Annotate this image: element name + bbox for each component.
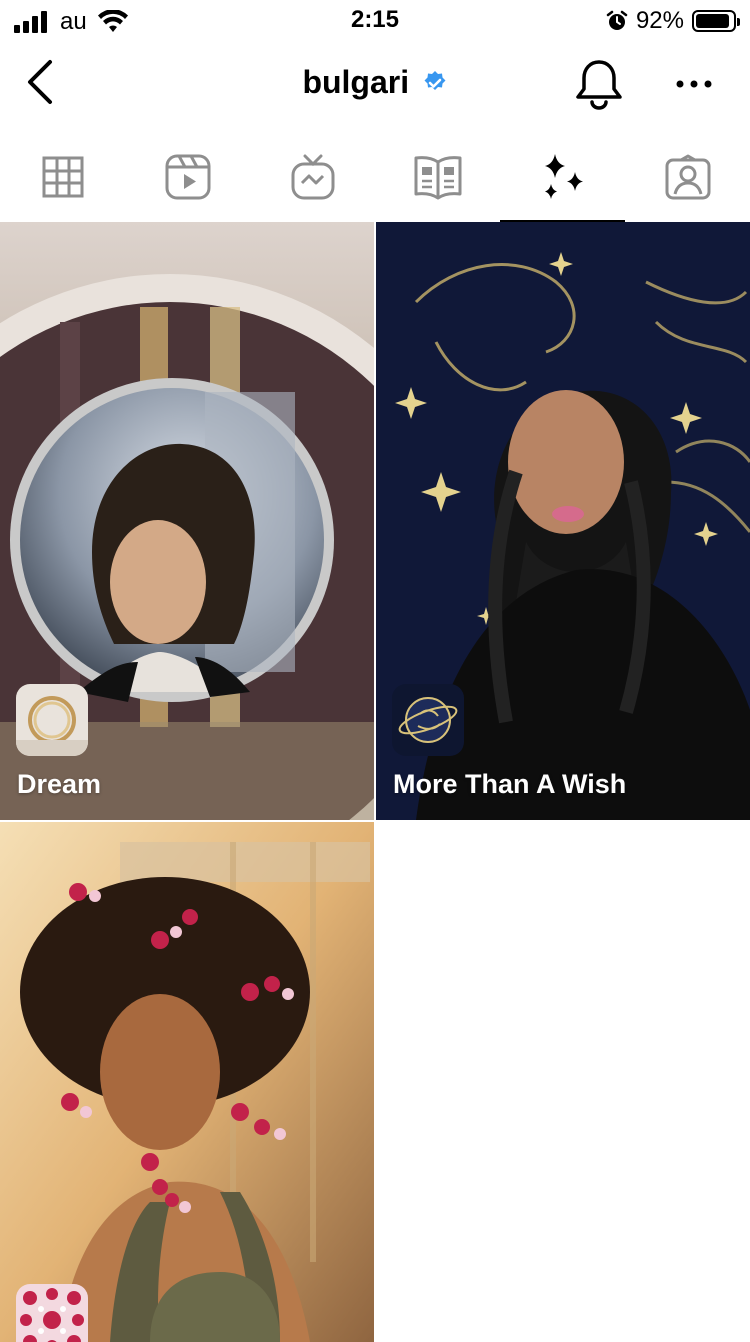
effect-tile-dream[interactable]: Dream	[0, 222, 374, 820]
effect-name: Dream	[17, 769, 102, 799]
alarm-clock-icon	[606, 10, 628, 30]
tab-reels[interactable]	[125, 132, 250, 222]
bell-icon	[576, 60, 622, 110]
more-options-button[interactable]	[670, 64, 718, 104]
guides-icon	[414, 156, 461, 200]
effect-icon-ring	[16, 684, 88, 756]
battery-nub	[737, 18, 740, 26]
igtv-icon	[291, 154, 334, 200]
profile-tabs	[0, 132, 750, 222]
tab-effects[interactable]	[500, 132, 625, 222]
zodiac-globe-thumbnail-icon	[392, 684, 464, 756]
tab-tagged[interactable]	[625, 132, 750, 222]
status-bar: au 2:15 92%	[0, 0, 750, 42]
battery-percent: 92%	[635, 7, 684, 34]
more-horizontal-icon	[676, 80, 712, 88]
battery-fill	[696, 14, 729, 28]
grid-icon	[42, 156, 83, 198]
effect-tile-flowers[interactable]	[0, 822, 374, 1342]
tagged-icon	[665, 154, 710, 200]
profile-username[interactable]: bulgari	[302, 64, 409, 100]
flower-pattern-thumbnail-icon	[16, 1284, 88, 1342]
effects-sparkle-icon	[544, 154, 583, 199]
profile-header: bulgari	[0, 44, 750, 124]
status-right: 92%	[606, 7, 740, 35]
verified-badge-icon	[424, 70, 446, 90]
effect-icon-zodiac	[392, 684, 464, 756]
notifications-button[interactable]	[574, 58, 624, 112]
effect-tile-more-than-a-wish[interactable]: More Than A Wish	[376, 222, 750, 820]
tab-guides[interactable]	[375, 132, 500, 222]
reels-icon	[165, 154, 210, 200]
effect-name: More Than A Wish	[393, 769, 627, 799]
effect-icon-flowers	[16, 1284, 88, 1342]
title-wrap: bulgari	[0, 64, 750, 101]
battery-icon	[692, 10, 740, 32]
effect-preview-image	[0, 822, 374, 1342]
ring-thumbnail-icon	[16, 684, 88, 756]
tab-posts[interactable]	[0, 132, 125, 222]
tab-igtv[interactable]	[250, 132, 375, 222]
